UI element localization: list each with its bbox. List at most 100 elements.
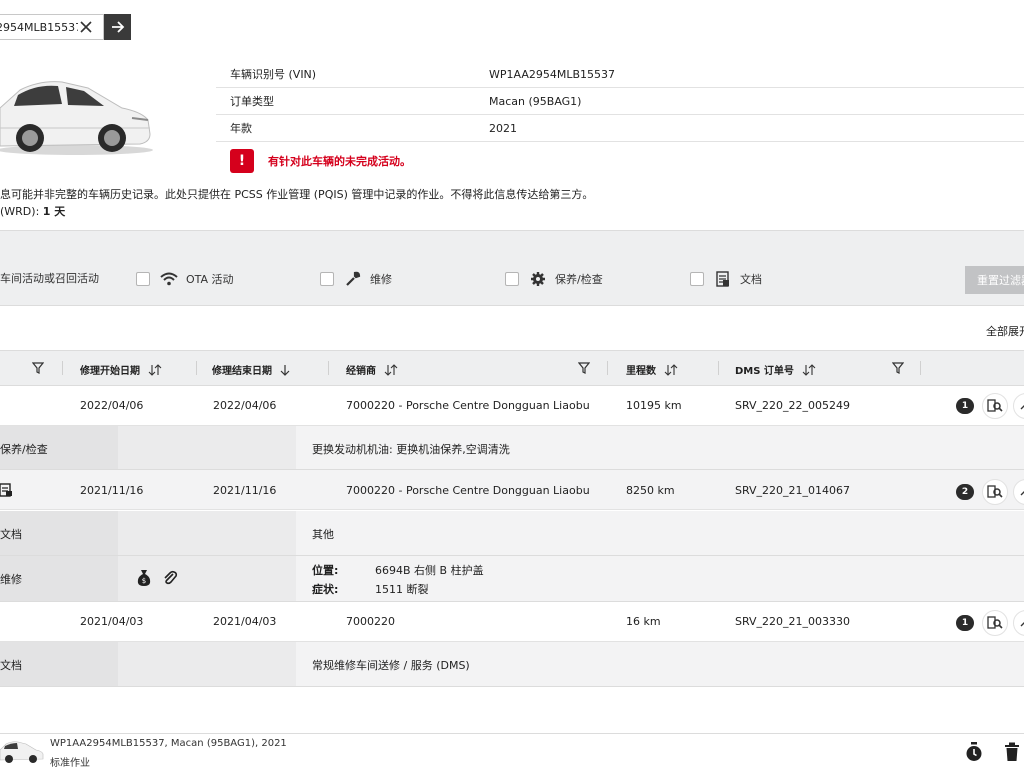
filter-ota-checkbox[interactable] xyxy=(136,272,150,286)
filter-campaign-label: 车间活动或召回活动 xyxy=(0,272,99,285)
row-dms-number: SRV_220_21_003330 xyxy=(735,615,851,628)
document-search-icon xyxy=(987,616,1003,629)
vin-search-input[interactable] xyxy=(0,15,78,39)
filter-bar xyxy=(0,230,1024,306)
column-start-date[interactable]: 修理开始日期 xyxy=(80,362,162,377)
detail-attachment-cell xyxy=(118,511,296,555)
row-dealer: 7000220 xyxy=(346,615,395,628)
column-dealer-label: 经销商 xyxy=(346,366,376,377)
money-bag-icon[interactable]: $ xyxy=(136,569,152,587)
exclamation-icon: ! xyxy=(230,149,254,173)
column-separator xyxy=(718,361,719,375)
row-start-date: 2021/04/03 xyxy=(80,615,144,628)
info-row-vin: 车辆识别号 (VIN) WP1AA2954MLB15537 xyxy=(216,61,1024,88)
row-details-button[interactable] xyxy=(982,393,1008,419)
row-dealer: 7000220 - Porsche Centre Dongguan Liaobu xyxy=(346,399,590,412)
filter-document[interactable]: 文档 xyxy=(690,270,762,288)
row-mileage: 8250 km xyxy=(626,484,675,497)
document-icon xyxy=(0,483,14,497)
filter-repair-checkbox[interactable] xyxy=(320,272,334,286)
detail-category: 文档 xyxy=(0,659,22,672)
filter-repair-label: 维修 xyxy=(370,273,392,286)
column-separator xyxy=(920,361,921,375)
column-separator xyxy=(196,361,197,375)
filter-funnel-icon[interactable] xyxy=(892,362,904,374)
paperclip-icon[interactable] xyxy=(162,570,178,586)
symptom-value: 1511 断裂 xyxy=(375,583,429,596)
footer-job-type: 标准作业 xyxy=(50,758,90,768)
filter-repair[interactable]: 维修 xyxy=(320,270,392,288)
wrd-label: (WRD): xyxy=(0,205,43,218)
column-separator xyxy=(62,361,63,375)
row-mileage: 16 km xyxy=(626,615,661,628)
row-details-button[interactable] xyxy=(982,610,1008,636)
column-end-date-label: 修理结束日期 xyxy=(212,366,272,377)
vin-value: WP1AA2954MLB15537 xyxy=(489,67,616,81)
detail-attachment-cell xyxy=(118,426,296,469)
sort-down-icon[interactable] xyxy=(280,364,290,376)
vin-label: 车辆识别号 (VIN) xyxy=(230,68,317,81)
column-mileage[interactable]: 里程数 xyxy=(626,362,678,377)
trash-icon[interactable] xyxy=(1004,742,1020,762)
filter-ota[interactable]: OTA 活动 xyxy=(136,270,234,288)
vehicle-image xyxy=(0,68,155,160)
column-dms-label: DMS 订单号 xyxy=(735,366,794,377)
row-count-badge: 1 xyxy=(956,398,974,414)
search-submit-button[interactable] xyxy=(104,14,131,40)
row-details-button[interactable] xyxy=(982,479,1008,505)
document-search-icon xyxy=(987,399,1003,412)
filter-funnel-icon[interactable] xyxy=(578,362,590,374)
column-start-date-label: 修理开始日期 xyxy=(80,366,140,377)
filter-maintenance-checkbox[interactable] xyxy=(505,272,519,286)
sort-both-icon[interactable] xyxy=(148,363,162,376)
column-dms[interactable]: DMS 订单号 xyxy=(735,362,816,377)
document-search-icon xyxy=(987,485,1003,498)
stopwatch-icon[interactable] xyxy=(965,742,983,762)
detail-text: 常规维修车间送修 / 服务 (DMS) xyxy=(312,659,470,672)
footer-vehicle-summary: WP1AA2954MLB15537, Macan (95BAG1), 2021 xyxy=(50,738,287,749)
filter-maintenance[interactable]: 保养/检查 xyxy=(505,270,603,288)
footer-vehicle-thumbnail xyxy=(0,738,44,766)
row-end-date: 2022/04/06 xyxy=(213,399,277,412)
column-separator xyxy=(607,361,608,375)
sort-both-icon[interactable] xyxy=(384,363,398,376)
reset-filter-button[interactable]: 重置过滤器 xyxy=(965,266,1024,294)
open-campaign-alert: ! 有针对此车辆的未完成活动。 xyxy=(230,149,411,173)
column-separator xyxy=(328,361,329,375)
info-row-order-type: 订单类型 Macan (95BAG1) xyxy=(216,88,1024,115)
position-value: 6694B 右侧 B 柱护盖 xyxy=(375,564,484,577)
disclaimer-text: 息可能并非完整的车辆历史记录。此处只提供在 PCSS 作业管理 (PQIS) 管… xyxy=(0,188,594,201)
expand-all-link[interactable]: 全部展开 xyxy=(986,323,1024,339)
wifi-icon xyxy=(160,270,178,288)
sort-both-icon[interactable] xyxy=(802,363,816,376)
chevron-up-icon xyxy=(1020,491,1024,496)
chevron-up-icon xyxy=(1020,405,1024,410)
wrench-icon xyxy=(344,270,362,288)
row-count-badge: 1 xyxy=(956,615,974,631)
row-start-date: 2022/04/06 xyxy=(80,399,144,412)
row-dealer: 7000220 - Porsche Centre Dongguan Liaobu xyxy=(346,484,590,497)
sort-both-icon[interactable] xyxy=(664,363,678,376)
filter-maintenance-label: 保养/检查 xyxy=(555,273,603,286)
detail-category: 保养/检查 xyxy=(0,443,48,456)
filter-campaign[interactable]: 车间活动或召回活动 xyxy=(0,270,99,286)
alert-text: 有针对此车辆的未完成活动。 xyxy=(268,155,411,168)
clear-search-icon[interactable] xyxy=(78,19,94,35)
filter-funnel-icon[interactable] xyxy=(32,362,44,374)
column-end-date[interactable]: 修理结束日期 xyxy=(212,362,290,377)
table-row[interactable] xyxy=(0,602,1024,642)
filter-document-checkbox[interactable] xyxy=(690,272,704,286)
wrd-info: (WRD): 1 天 xyxy=(0,203,65,219)
model-year-label: 年款 xyxy=(230,122,252,135)
chevron-up-icon xyxy=(1020,622,1024,627)
column-mileage-label: 里程数 xyxy=(626,366,656,377)
info-row-model-year: 年款 2021 xyxy=(216,115,1024,142)
column-dealer[interactable]: 经销商 xyxy=(346,362,398,377)
detail-text: 其他 xyxy=(312,528,334,541)
detail-category: 文档 xyxy=(0,528,22,541)
row-end-date: 2021/11/16 xyxy=(213,484,277,497)
filter-ota-label: OTA 活动 xyxy=(186,273,234,286)
row-count-badge: 2 xyxy=(956,484,974,500)
row-dms-number: SRV_220_22_005249 xyxy=(735,399,851,412)
svg-text:$: $ xyxy=(142,577,146,585)
